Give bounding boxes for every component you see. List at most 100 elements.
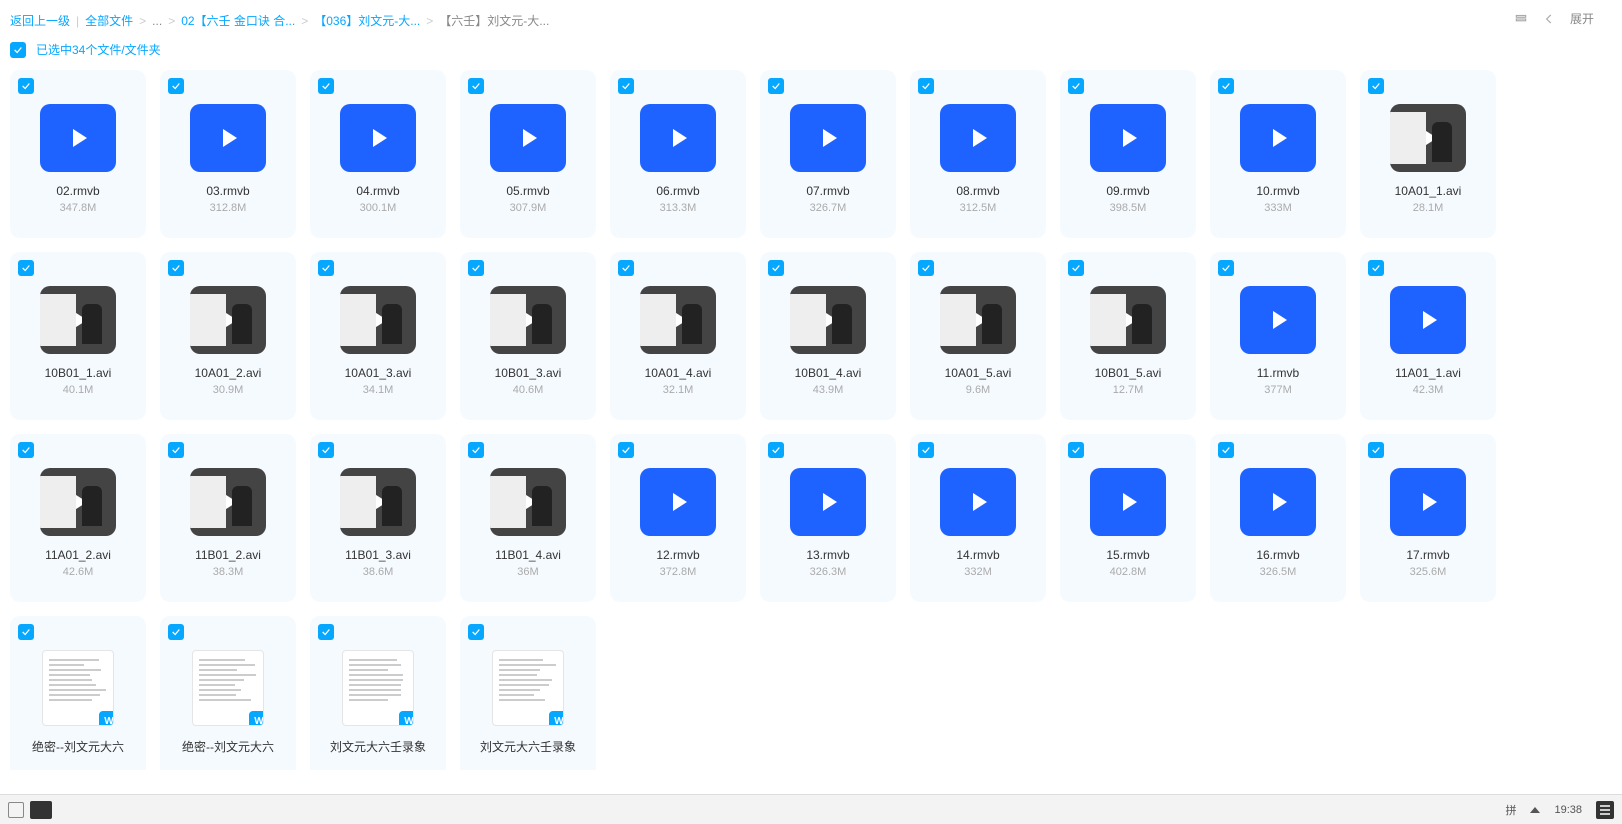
file-card[interactable]: 14.rmvb332M — [910, 434, 1046, 602]
file-card[interactable]: 11B01_3.avi38.6M — [310, 434, 446, 602]
file-card[interactable]: 03.rmvb312.8M — [160, 70, 296, 238]
file-name: 刘文元大六壬录象 — [480, 738, 576, 755]
file-card[interactable]: 16.rmvb326.5M — [1210, 434, 1346, 602]
file-size: 40.1M — [63, 384, 94, 396]
file-checkbox[interactable] — [18, 624, 34, 640]
file-checkbox[interactable] — [318, 78, 334, 94]
selection-count: 已选中34个文件/文件夹 — [36, 41, 161, 58]
file-checkbox[interactable] — [1068, 78, 1084, 94]
file-card[interactable]: 10A01_5.avi9.6M — [910, 252, 1046, 420]
file-checkbox[interactable] — [1368, 78, 1384, 94]
crumb-root[interactable]: 全部文件 — [85, 12, 133, 29]
tray-chevron-up-icon[interactable] — [1530, 807, 1540, 813]
file-card[interactable]: 10A01_2.avi30.9M — [160, 252, 296, 420]
file-checkbox[interactable] — [1218, 260, 1234, 276]
file-name: 04.rmvb — [356, 184, 399, 198]
notification-icon[interactable] — [1596, 801, 1614, 819]
file-checkbox[interactable] — [1068, 260, 1084, 276]
file-thumbnail — [940, 286, 1016, 354]
file-checkbox[interactable] — [318, 624, 334, 640]
file-checkbox[interactable] — [468, 442, 484, 458]
file-card[interactable]: 12.rmvb372.8M — [610, 434, 746, 602]
file-thumbnail — [340, 286, 416, 354]
taskbar-app-icon[interactable] — [30, 801, 52, 819]
file-checkbox[interactable] — [618, 78, 634, 94]
file-checkbox[interactable] — [768, 442, 784, 458]
file-checkbox[interactable] — [168, 624, 184, 640]
crumb-p1[interactable]: 02【六壬 金口诀 合... — [181, 12, 295, 29]
file-card[interactable]: 04.rmvb300.1M — [310, 70, 446, 238]
file-card[interactable]: 08.rmvb312.5M — [910, 70, 1046, 238]
file-card[interactable]: 06.rmvb313.3M — [610, 70, 746, 238]
file-name: 11B01_2.avi — [195, 548, 261, 562]
chevron-left-icon[interactable] — [1542, 12, 1556, 26]
start-button[interactable] — [8, 802, 24, 818]
view-mode-icon[interactable] — [1514, 12, 1528, 26]
file-card[interactable]: 10B01_3.avi40.6M — [460, 252, 596, 420]
file-name: 15.rmvb — [1106, 548, 1149, 562]
file-card[interactable]: W刘文元大六壬录象 — [310, 616, 446, 770]
file-size: 377M — [1264, 384, 1292, 396]
file-card[interactable]: 10B01_5.avi12.7M — [1060, 252, 1196, 420]
file-card[interactable]: 10B01_4.avi43.9M — [760, 252, 896, 420]
file-checkbox[interactable] — [1068, 442, 1084, 458]
file-card[interactable]: 02.rmvb347.8M — [10, 70, 146, 238]
file-checkbox[interactable] — [618, 260, 634, 276]
file-checkbox[interactable] — [618, 442, 634, 458]
file-card[interactable]: 15.rmvb402.8M — [1060, 434, 1196, 602]
file-card[interactable]: 11A01_1.avi42.3M — [1360, 252, 1496, 420]
file-checkbox[interactable] — [918, 442, 934, 458]
file-checkbox[interactable] — [318, 442, 334, 458]
file-checkbox[interactable] — [18, 260, 34, 276]
file-size: 333M — [1264, 202, 1292, 214]
file-checkbox[interactable] — [468, 260, 484, 276]
file-card[interactable]: 10A01_1.avi28.1M — [1360, 70, 1496, 238]
file-name: 10A01_5.avi — [945, 366, 1012, 380]
file-card[interactable]: 10A01_3.avi34.1M — [310, 252, 446, 420]
file-card[interactable]: 09.rmvb398.5M — [1060, 70, 1196, 238]
file-checkbox[interactable] — [1368, 260, 1384, 276]
file-name: 07.rmvb — [806, 184, 849, 198]
file-checkbox[interactable] — [168, 78, 184, 94]
file-checkbox[interactable] — [318, 260, 334, 276]
back-link[interactable]: 返回上一级 — [10, 12, 70, 29]
file-card[interactable]: 11B01_4.avi36M — [460, 434, 596, 602]
taskbar-clock[interactable]: 19:38 — [1554, 804, 1582, 816]
file-card[interactable]: W刘文元大六壬录象 — [460, 616, 596, 770]
file-checkbox[interactable] — [168, 260, 184, 276]
play-icon — [223, 129, 237, 147]
file-checkbox[interactable] — [468, 624, 484, 640]
file-checkbox[interactable] — [1368, 442, 1384, 458]
play-icon — [1273, 311, 1287, 329]
expand-label[interactable]: 展开 — [1570, 10, 1594, 27]
file-checkbox[interactable] — [18, 78, 34, 94]
select-all-checkbox[interactable] — [10, 42, 26, 58]
file-card[interactable]: 17.rmvb325.6M — [1360, 434, 1496, 602]
file-name: 10B01_5.avi — [1095, 366, 1162, 380]
file-card[interactable]: 10.rmvb333M — [1210, 70, 1346, 238]
file-card[interactable]: W绝密--刘文元大六 — [10, 616, 146, 770]
file-card[interactable]: 05.rmvb307.9M — [460, 70, 596, 238]
file-card[interactable]: 07.rmvb326.7M — [760, 70, 896, 238]
file-checkbox[interactable] — [918, 260, 934, 276]
file-checkbox[interactable] — [18, 442, 34, 458]
file-name: 10B01_1.avi — [45, 366, 112, 380]
file-checkbox[interactable] — [468, 78, 484, 94]
file-checkbox[interactable] — [1218, 78, 1234, 94]
ime-indicator[interactable]: 拼 — [1505, 802, 1516, 818]
file-card[interactable]: 11.rmvb377M — [1210, 252, 1346, 420]
file-checkbox[interactable] — [768, 78, 784, 94]
file-checkbox[interactable] — [768, 260, 784, 276]
file-checkbox[interactable] — [1218, 442, 1234, 458]
file-card[interactable]: 13.rmvb326.3M — [760, 434, 896, 602]
file-card[interactable]: 11B01_2.avi38.3M — [160, 434, 296, 602]
crumb-p2[interactable]: 【036】刘文元-大... — [314, 12, 420, 29]
file-card[interactable]: 10A01_4.avi32.1M — [610, 252, 746, 420]
crumb-dots[interactable]: ... — [152, 14, 162, 28]
file-checkbox[interactable] — [168, 442, 184, 458]
crumb-current: 【六壬】刘文元-大... — [439, 12, 549, 29]
file-card[interactable]: 10B01_1.avi 40.1M — [10, 252, 146, 420]
file-card[interactable]: W绝密--刘文元大六 — [160, 616, 296, 770]
file-checkbox[interactable] — [918, 78, 934, 94]
file-card[interactable]: 11A01_2.avi42.6M — [10, 434, 146, 602]
